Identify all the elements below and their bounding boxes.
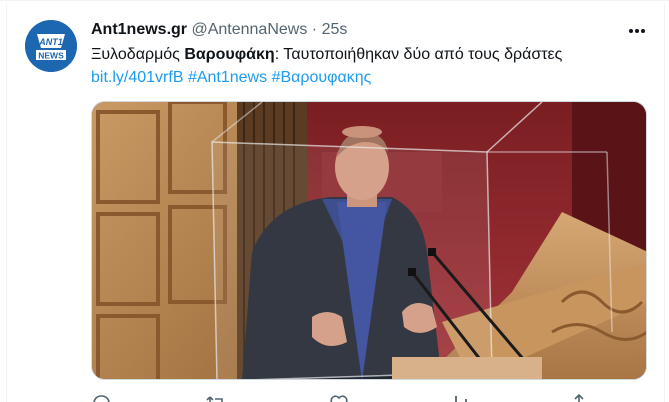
display-name[interactable]: Ant1news.gr	[91, 21, 187, 38]
tweet-header: Ant1news.gr @AntennaNews · 25s	[91, 19, 347, 41]
tweet-text: Ξυλοδαρμός Βαρουφάκη: Ταυτοποιήθηκαν δύο…	[91, 43, 562, 89]
share-icon[interactable]	[569, 393, 589, 402]
hashtag-varoufakis[interactable]: #Βαρουφακης	[272, 69, 372, 86]
like-icon[interactable]	[329, 393, 349, 402]
avatar[interactable]: ANT1 NEWS	[25, 20, 77, 72]
hashtag-ant1news[interactable]: #Ant1news	[188, 69, 267, 86]
tweet-photo[interactable]	[91, 101, 647, 380]
text-prefix: Ξυλοδαρμός	[91, 46, 185, 63]
logo-top-text: ANT1	[38, 37, 63, 47]
more-icon[interactable]	[624, 20, 650, 42]
views-icon[interactable]	[448, 393, 468, 402]
tweet-text-line-2: bit.ly/401vrfB #Ant1news #Βαρουφακης	[91, 66, 562, 89]
logo-bottom-text: NEWS	[38, 51, 64, 61]
timestamp[interactable]: 25s	[322, 21, 348, 38]
user-handle[interactable]: @AntennaNews	[191, 21, 307, 38]
tweet-actions	[91, 393, 651, 402]
retweet-icon[interactable]	[206, 393, 226, 402]
text-bold: Βαρουφάκη	[184, 46, 275, 63]
reply-icon[interactable]	[91, 393, 111, 402]
tweet-text-line-1: Ξυλοδαρμός Βαρουφάκη: Ταυτοποιήθηκαν δύο…	[91, 43, 562, 66]
text-suffix: : Ταυτοποιήθηκαν δύο από τους δράστες	[274, 46, 563, 63]
separator-dot: ·	[311, 21, 318, 38]
photo-parliament-speaker	[92, 102, 646, 379]
top-divider	[0, 0, 669, 1]
ant1-news-logo: ANT1 NEWS	[25, 20, 77, 72]
tweet-link[interactable]: bit.ly/401vrfB	[91, 69, 183, 86]
